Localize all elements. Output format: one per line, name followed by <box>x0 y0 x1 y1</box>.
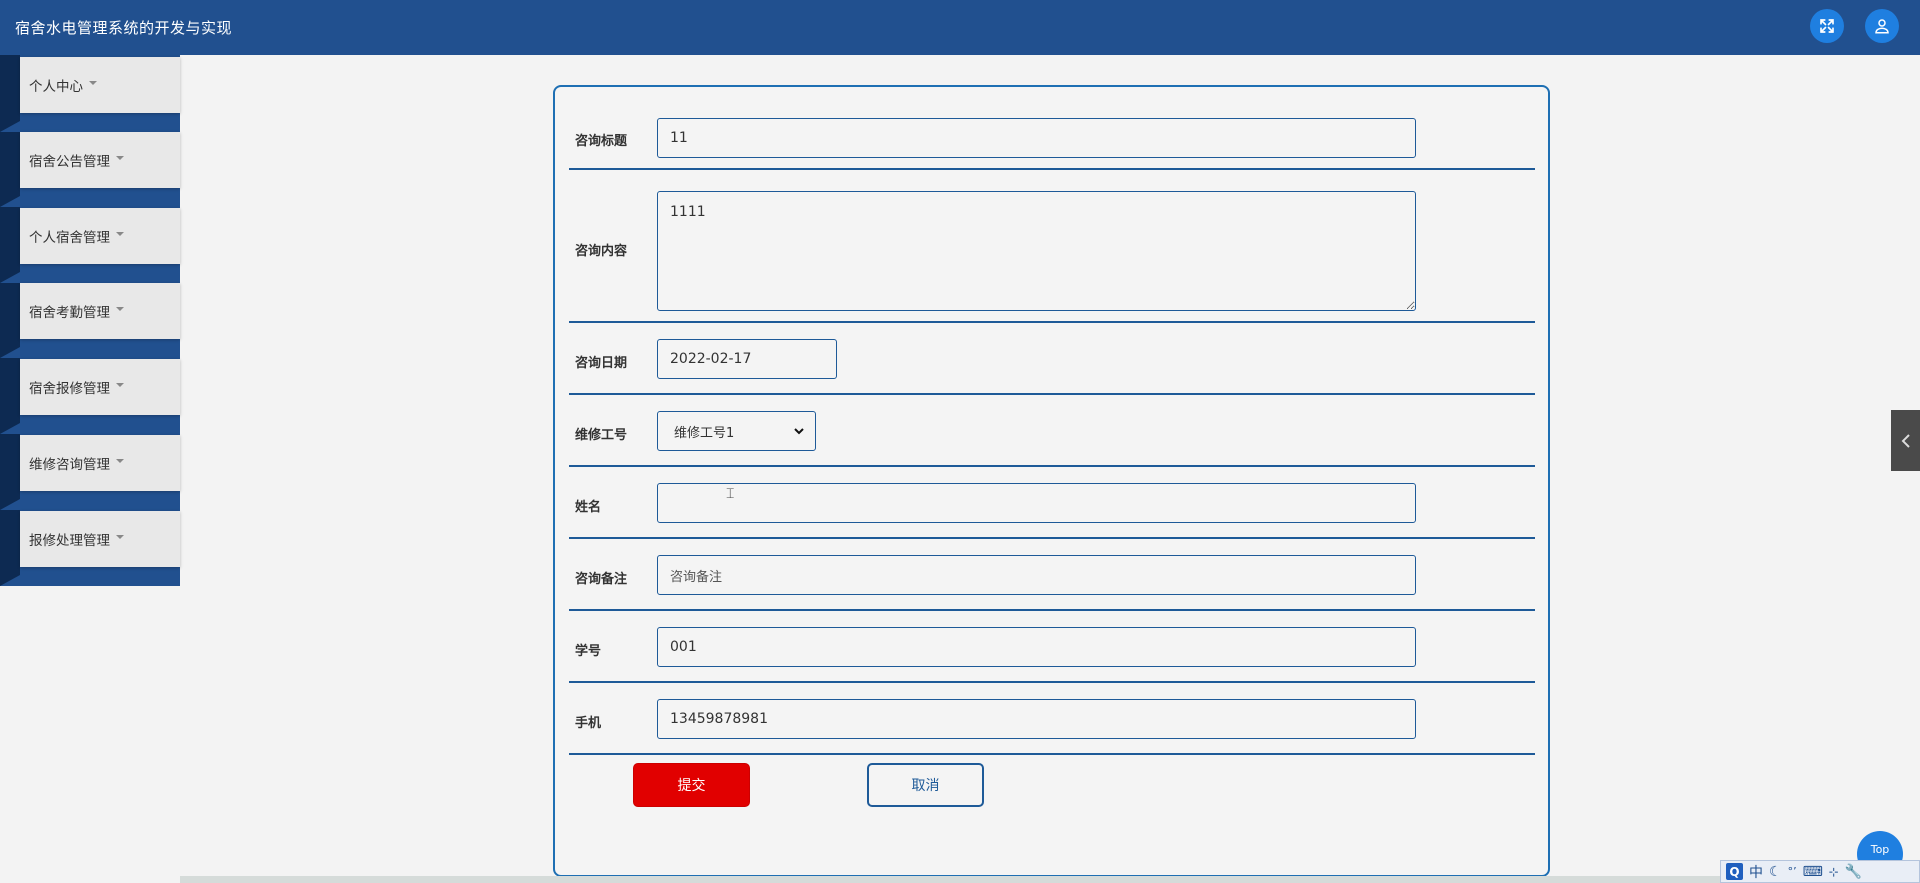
date-input[interactable]: 2022-02-17 <box>657 339 837 379</box>
sidebar-item-repair-handling[interactable]: 报修处理管理 <box>0 511 180 586</box>
form-row-phone: 手机 13459878981 <box>569 683 1535 755</box>
submit-button[interactable]: 提交 <box>633 763 750 807</box>
form-row-name: 姓名 <box>569 467 1535 539</box>
moon-icon[interactable]: ☾ <box>1769 864 1782 880</box>
caret-down-icon <box>116 535 124 539</box>
user-icon <box>1875 19 1889 34</box>
text-cursor-icon: ⌶ <box>726 486 735 502</box>
ime-toolbar: Q 中 ☾ °’ ⌨ ⊹ 🔧 <box>1720 860 1920 883</box>
caret-down-icon <box>89 81 97 85</box>
name-input[interactable] <box>657 483 1416 523</box>
ime-logo-icon[interactable]: Q <box>1726 863 1743 880</box>
punctuation-icon[interactable]: °’ <box>1788 865 1797 878</box>
sidebar-item-label: 维修咨询管理 <box>29 457 110 473</box>
expand-icon <box>1820 19 1834 33</box>
keyboard-icon[interactable]: ⌨ <box>1803 864 1823 880</box>
sidebar-item-personal-center[interactable]: 个人中心 <box>0 57 180 132</box>
phone-input[interactable]: 13459878981 <box>657 699 1416 739</box>
caret-down-icon <box>116 156 124 160</box>
name-label: 姓名 <box>575 500 602 515</box>
worker-id-selected: 维修工号1 <box>674 425 735 441</box>
user-menu-button[interactable] <box>1865 9 1899 43</box>
title-input[interactable]: 11 <box>657 118 1416 158</box>
sidebar-item-dorm-attendance[interactable]: 宿舍考勤管理 <box>0 283 180 358</box>
sidebar-item-dorm-repair[interactable]: 宿舍报修管理 <box>0 359 180 434</box>
caret-down-icon <box>116 383 124 387</box>
consult-form: 咨询标题 11 咨询内容 咨询日期 2022-02-17 维修工号 维修工号1 … <box>553 85 1550 877</box>
pinyin-icon[interactable]: ⊹ <box>1829 865 1839 879</box>
sidebar-item-repair-consult[interactable]: 维修咨询管理 <box>0 435 180 510</box>
sidebar-item-label: 宿舍考勤管理 <box>29 305 110 321</box>
top-header: 宿舍水电管理系统的开发与实现 <box>0 0 1920 55</box>
form-row-date: 咨询日期 2022-02-17 <box>569 323 1535 395</box>
app-title: 宿舍水电管理系统的开发与实现 <box>15 19 233 37</box>
form-row-title: 咨询标题 11 <box>569 87 1535 170</box>
caret-down-icon <box>116 459 124 463</box>
title-label: 咨询标题 <box>575 134 628 149</box>
form-row-content: 咨询内容 <box>569 170 1535 323</box>
sidebar-item-personal-dorm[interactable]: 个人宿舍管理 <box>0 208 180 283</box>
student-id-label: 学号 <box>575 644 602 659</box>
chevron-left-icon <box>1901 433 1910 448</box>
worker-id-label: 维修工号 <box>575 428 628 443</box>
cancel-button[interactable]: 取消 <box>867 763 984 807</box>
form-row-worker-id: 维修工号 维修工号1 <box>569 395 1535 467</box>
sidebar-item-label: 报修处理管理 <box>29 533 110 549</box>
remark-label: 咨询备注 <box>575 572 628 587</box>
student-id-input[interactable]: 001 <box>657 627 1416 667</box>
form-row-remark: 咨询备注 咨询备注 <box>569 539 1535 611</box>
date-label: 咨询日期 <box>575 356 628 371</box>
chevron-down-icon <box>794 428 804 435</box>
sidebar-item-label: 宿舍报修管理 <box>29 381 110 397</box>
sidebar-item-dorm-notice[interactable]: 宿舍公告管理 <box>0 132 180 207</box>
horizontal-scrollbar[interactable] <box>180 876 1720 883</box>
side-panel-toggle[interactable] <box>1891 410 1920 471</box>
wrench-icon[interactable]: 🔧 <box>1845 864 1862 880</box>
caret-down-icon <box>116 232 124 236</box>
fullscreen-button[interactable] <box>1810 9 1844 43</box>
ime-mode-toggle[interactable]: 中 <box>1749 862 1763 882</box>
form-row-student-id: 学号 001 <box>569 611 1535 683</box>
caret-down-icon <box>116 307 124 311</box>
sidebar-item-label: 宿舍公告管理 <box>29 154 110 170</box>
content-textarea[interactable] <box>657 191 1416 311</box>
remark-input[interactable]: 咨询备注 <box>657 555 1416 595</box>
worker-id-select[interactable]: 维修工号1 <box>657 411 816 451</box>
content-label: 咨询内容 <box>575 244 628 259</box>
phone-label: 手机 <box>575 716 602 731</box>
sidebar-item-label: 个人宿舍管理 <box>29 230 110 246</box>
sidebar-item-label: 个人中心 <box>29 79 83 95</box>
